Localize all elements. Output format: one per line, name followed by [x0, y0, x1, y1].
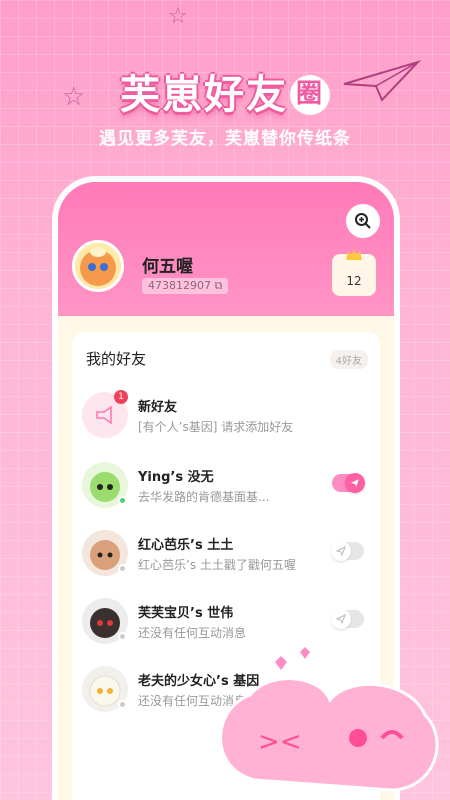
copy-icon: ⧉ [214, 279, 223, 292]
rank-number: 12 [346, 274, 362, 288]
notification-badge: 1 [114, 390, 128, 404]
online-status-dot [118, 496, 127, 505]
offline-status-dot [118, 632, 127, 641]
profile-name: 何五喔 [142, 257, 193, 277]
offline-status-dot [118, 564, 127, 573]
friend-name: 芙芙宝贝’s 世伟 [138, 606, 234, 621]
hero-title: 芙崽好友圈 [0, 62, 450, 120]
paper-plane-icon [331, 609, 351, 629]
friend-request-row[interactable]: 1 新好友 [有个人’s基因] 请求添加好友 [82, 388, 370, 450]
crown-icon [346, 249, 362, 260]
pink-mascot-decoration: >< [219, 647, 439, 792]
hero-subtitle: 遇见更多芙友，芙崽替你传纸条 [99, 129, 351, 149]
hero-title-text: 芙崽好友 [120, 72, 288, 118]
friend-name: 红心芭乐’s 土土 [138, 538, 234, 553]
paper-plane-icon [345, 473, 365, 493]
friends-title: 我的好友 [86, 350, 147, 368]
friends-count-badge: 4好友 [329, 350, 368, 369]
friend-message: [有个人’s基因] 请求添加好友 [138, 420, 294, 434]
zoom-in-button[interactable] [346, 204, 380, 238]
svg-text:><: >< [258, 727, 302, 757]
friend-message: 去华发路的肯德基面基... [138, 490, 270, 504]
offline-status-dot [118, 700, 127, 709]
paper-plane-icon [331, 541, 351, 561]
friend-name: 新好友 [138, 400, 178, 415]
message-toggle[interactable] [331, 609, 364, 629]
profile-id-value: 473812907 [148, 279, 211, 292]
message-toggle[interactable] [332, 473, 365, 493]
mascot-avatar-icon [80, 247, 116, 286]
hero-title-circle: 圈 [290, 75, 330, 115]
message-toggle[interactable] [331, 541, 364, 561]
friend-message: 红心芭乐’s 土土戳了戳何五喔 [138, 558, 296, 572]
friend-row[interactable]: Ying’s 没无 去华发路的肯德基面基... [82, 458, 370, 520]
star-decoration-icon: ☆ [168, 4, 188, 29]
zoom-in-icon [355, 213, 371, 229]
friend-name: Ying’s 没无 [138, 470, 214, 485]
profile-id[interactable]: 473812907 ⧉ [142, 278, 229, 294]
profile-avatar[interactable] [72, 240, 124, 292]
friend-row[interactable]: 红心芭乐’s 土土 红心芭乐’s 土土戳了戳何五喔 [82, 526, 370, 588]
rank-badge[interactable]: 12 [332, 249, 376, 296]
